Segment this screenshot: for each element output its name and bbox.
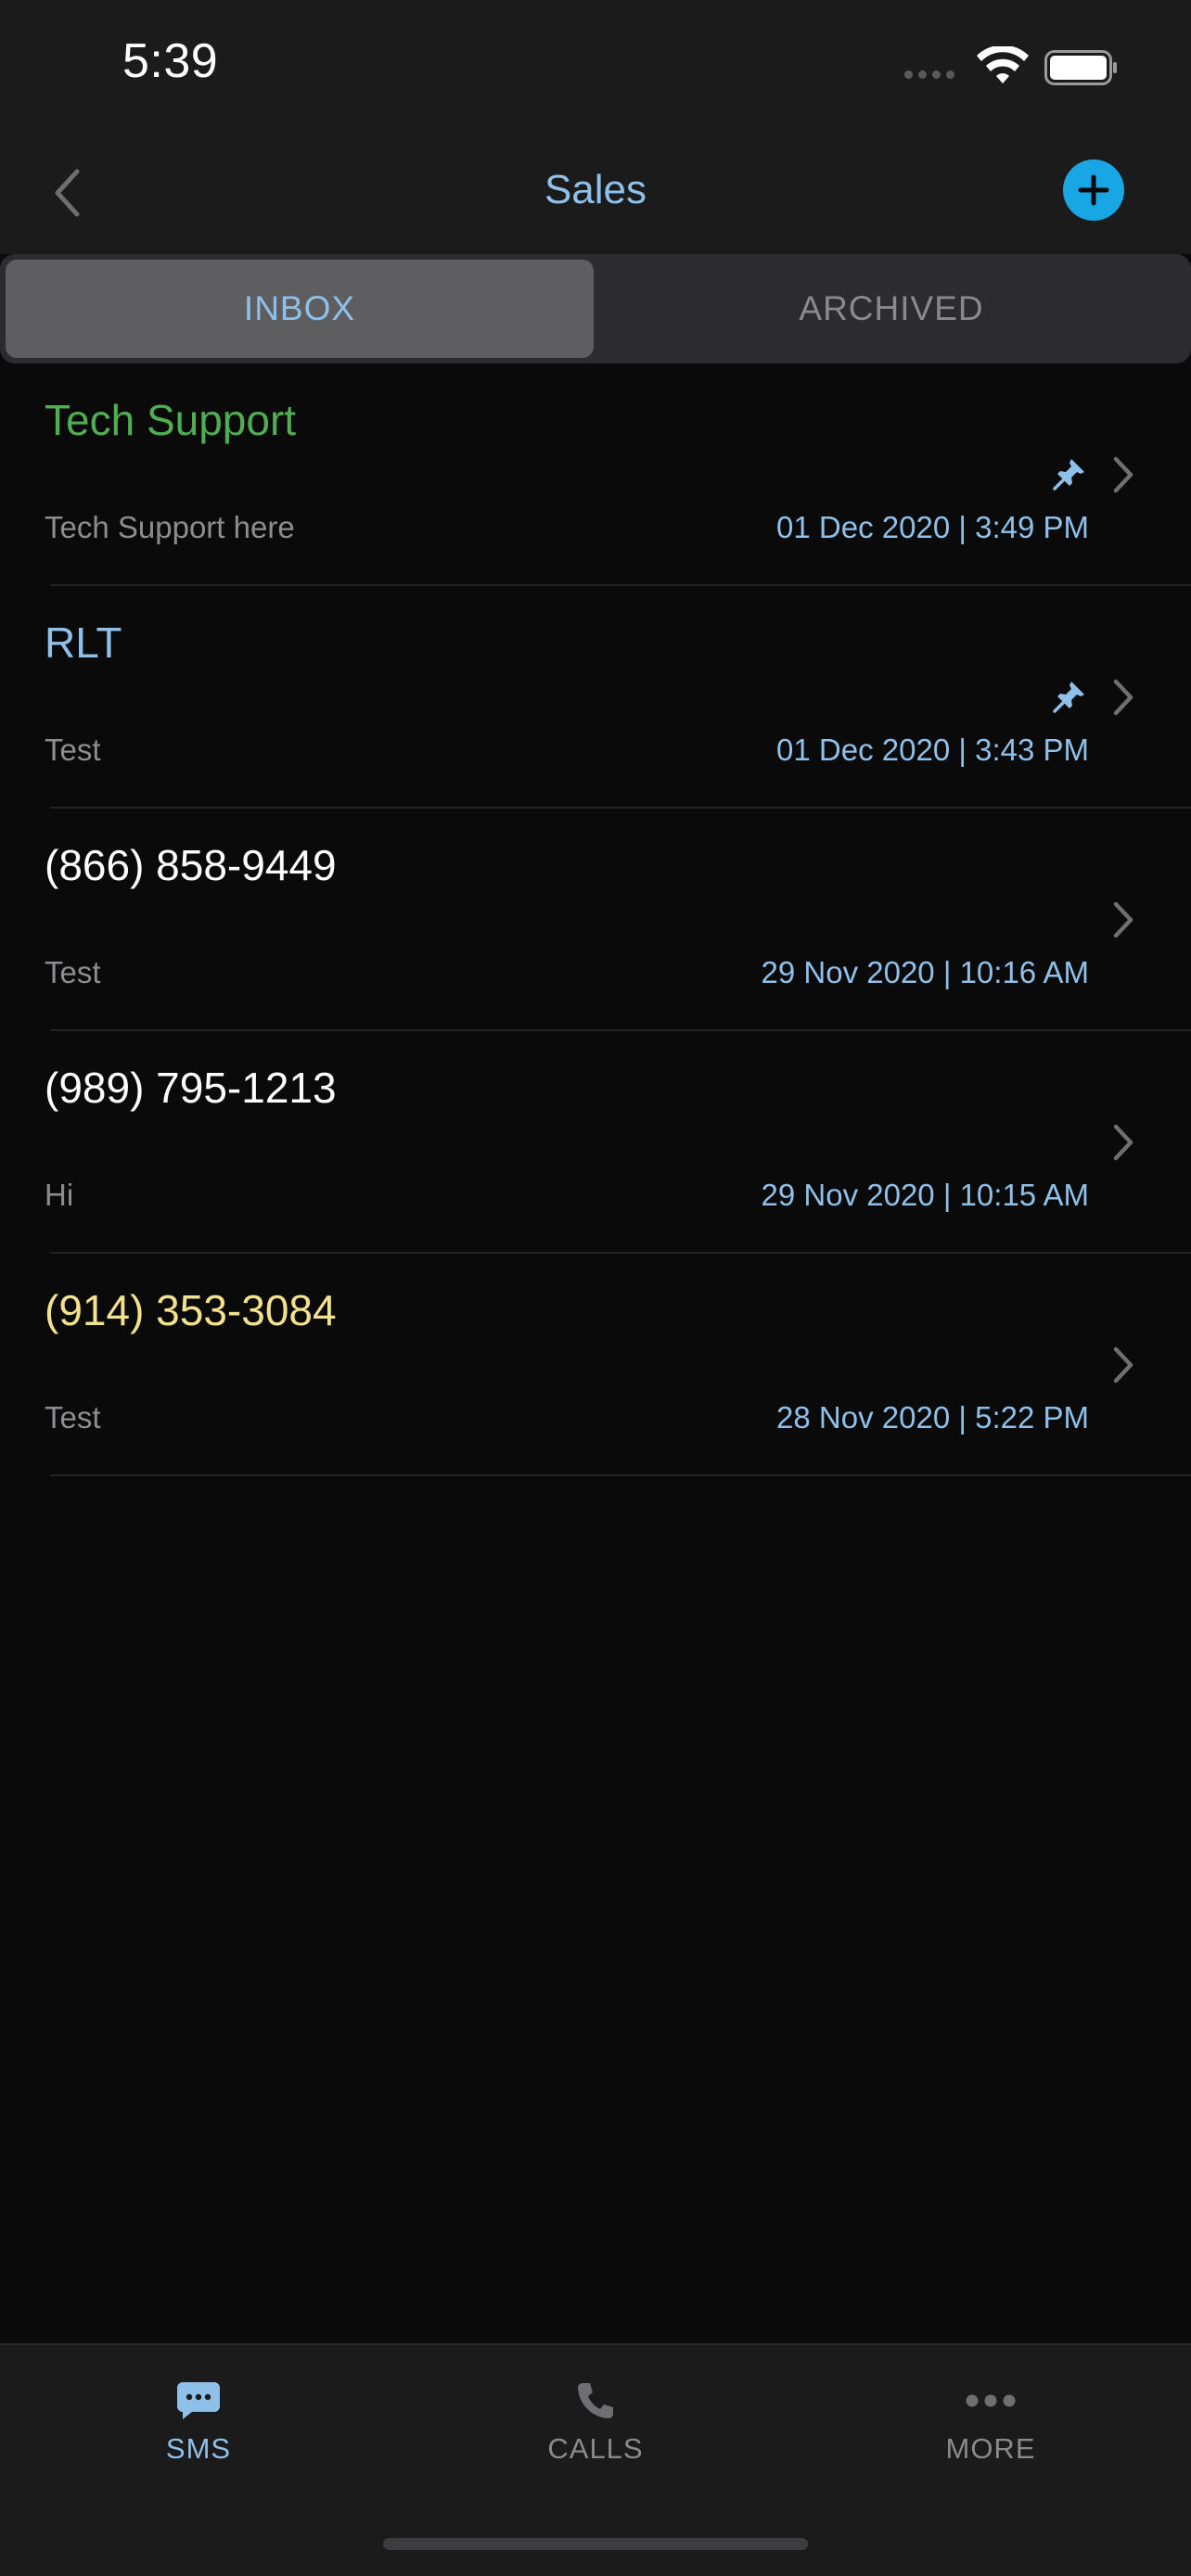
tab-more-label: MORE: [945, 2432, 1036, 2465]
add-conversation-button[interactable]: [1063, 159, 1124, 221]
conversation-row[interactable]: RLT Test 01 Dec 2020 | 3:43 PM: [0, 586, 1191, 809]
conversation-name: (866) 858-9449: [45, 841, 337, 889]
cellular-signal-icon: [904, 70, 954, 79]
conversation-row[interactable]: (914) 353-3084 Test 28 Nov 2020 | 5:22 PM: [0, 1254, 1191, 1476]
conversation-name: Tech Support: [45, 396, 297, 444]
conversation-preview: Test: [45, 1400, 101, 1435]
plus-icon: [1078, 174, 1109, 206]
pin-icon: [1053, 682, 1084, 713]
chevron-right-icon: [1113, 901, 1133, 938]
chevron-right-icon: [1113, 1346, 1133, 1384]
conversation-preview: Test: [45, 733, 101, 767]
tab-calls-label: CALLS: [547, 2432, 644, 2465]
status-time: 5:39: [122, 34, 219, 88]
tab-sms-label: SMS: [165, 2432, 232, 2465]
status-bar: 5:39: [0, 0, 1191, 130]
wifi-icon: [977, 46, 1029, 83]
conversation-timestamp: 29 Nov 2020 | 10:15 AM: [761, 1178, 1089, 1212]
conversation-name: RLT: [45, 618, 122, 667]
tab-sms[interactable]: SMS: [106, 2378, 291, 2466]
phone-icon: [578, 2383, 613, 2418]
conversation-timestamp: 01 Dec 2020 | 3:49 PM: [776, 510, 1089, 544]
page-title: Sales: [544, 167, 647, 212]
conversation-name: (989) 795-1213: [45, 1064, 337, 1112]
conversation-preview: Tech Support here: [45, 510, 295, 544]
home-indicator: [383, 2538, 808, 2550]
segmented-control: INBOX ARCHIVED: [0, 254, 1191, 363]
chat-bubble-icon: [177, 2382, 220, 2419]
screen: 5:39 Sales INBOX ARCHIVED Tech Support T…: [0, 0, 1191, 2576]
chevron-right-icon: [1113, 1124, 1133, 1161]
conversation-timestamp: 01 Dec 2020 | 3:43 PM: [776, 733, 1089, 767]
more-dots-icon: [966, 2394, 1016, 2407]
tab-inbox[interactable]: INBOX: [6, 260, 594, 358]
chevron-right-icon: [1113, 456, 1133, 493]
conversation-row[interactable]: (866) 858-9449 Test 29 Nov 2020 | 10:16 AM: [0, 809, 1191, 1031]
battery-icon: [1044, 50, 1117, 85]
nav-bar: Sales: [0, 130, 1191, 254]
tab-calls[interactable]: CALLS: [503, 2378, 688, 2466]
conversation-preview: Hi: [45, 1178, 74, 1212]
conversation-timestamp: 29 Nov 2020 | 10:16 AM: [761, 955, 1089, 989]
chevron-right-icon: [1113, 679, 1133, 716]
tab-more[interactable]: MORE: [898, 2378, 1083, 2466]
conversation-row[interactable]: (989) 795-1213 Hi 29 Nov 2020 | 10:15 AM: [0, 1031, 1191, 1254]
conversation-preview: Test: [45, 955, 101, 989]
conversation-timestamp: 28 Nov 2020 | 5:22 PM: [776, 1400, 1089, 1435]
conversation-list: Tech Support Tech Support here 01 Dec 2020…: [0, 363, 1191, 1476]
pin-icon: [1053, 459, 1084, 491]
conversation-row[interactable]: Tech Support Tech Support here 01 Dec 2020…: [0, 363, 1191, 586]
tab-archived[interactable]: ARCHIVED: [597, 260, 1185, 358]
conversation-name: (914) 353-3084: [45, 1286, 337, 1334]
